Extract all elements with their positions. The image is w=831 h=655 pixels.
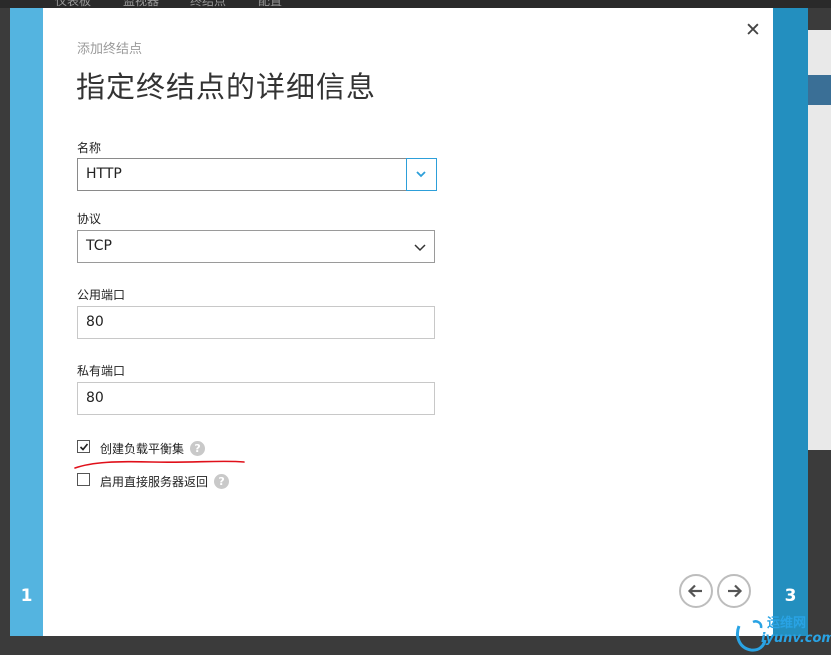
private-port-input[interactable]: 80	[77, 382, 435, 415]
public-port-label: 公用端口	[77, 288, 126, 302]
direct-server-return-label: 启用直接服务器返回	[100, 475, 209, 489]
back-button[interactable]	[679, 574, 713, 608]
wizard-rail-left: 1	[10, 8, 43, 636]
direct-server-return-checkbox[interactable]	[77, 473, 90, 486]
protocol-value: TCP	[86, 238, 112, 254]
help-icon[interactable]: ?	[214, 474, 230, 489]
dialog-title: 指定终结点的详细信息	[76, 70, 377, 104]
dialog-subtitle: 添加终结点	[77, 42, 143, 57]
checkmark-icon	[79, 443, 89, 451]
annotation-underline	[74, 460, 245, 469]
chevron-down-icon	[416, 171, 426, 178]
next-button[interactable]	[717, 574, 751, 608]
private-port-label: 私有端口	[77, 364, 126, 378]
load-balanced-label: 创建负载平衡集	[100, 442, 185, 456]
help-icon[interactable]: ?	[190, 441, 206, 456]
protocol-label: 协议	[77, 212, 102, 226]
step-number-left: 1	[20, 586, 33, 606]
wizard-rail-right: 3	[773, 8, 808, 636]
public-port-input[interactable]: 80	[77, 306, 435, 339]
protocol-select[interactable]: TCP	[77, 230, 435, 263]
watermark: 运维网 iyunv.com	[733, 610, 831, 654]
step-number-right: 3	[784, 586, 797, 606]
chevron-down-icon	[414, 244, 426, 252]
load-balanced-checkbox[interactable]	[77, 440, 90, 453]
close-icon[interactable]: ✕	[743, 20, 763, 40]
background-app-bar: 仪表板 监视器 终结点 配置	[0, 0, 831, 8]
name-combo-input[interactable]: HTTP	[77, 158, 407, 191]
arrow-left-icon	[687, 584, 702, 598]
add-endpoint-dialog: 1 3 ✕ 添加终结点 指定终结点的详细信息 名称 HTTP 协议 TCP 公用…	[10, 8, 808, 636]
name-dropdown-button[interactable]	[406, 158, 437, 191]
name-label: 名称	[77, 141, 102, 155]
background-selected-row	[808, 75, 831, 105]
watermark-url: iyunv.com	[761, 631, 831, 646]
watermark-text: 运维网	[767, 616, 807, 631]
arrow-right-icon	[728, 584, 743, 598]
